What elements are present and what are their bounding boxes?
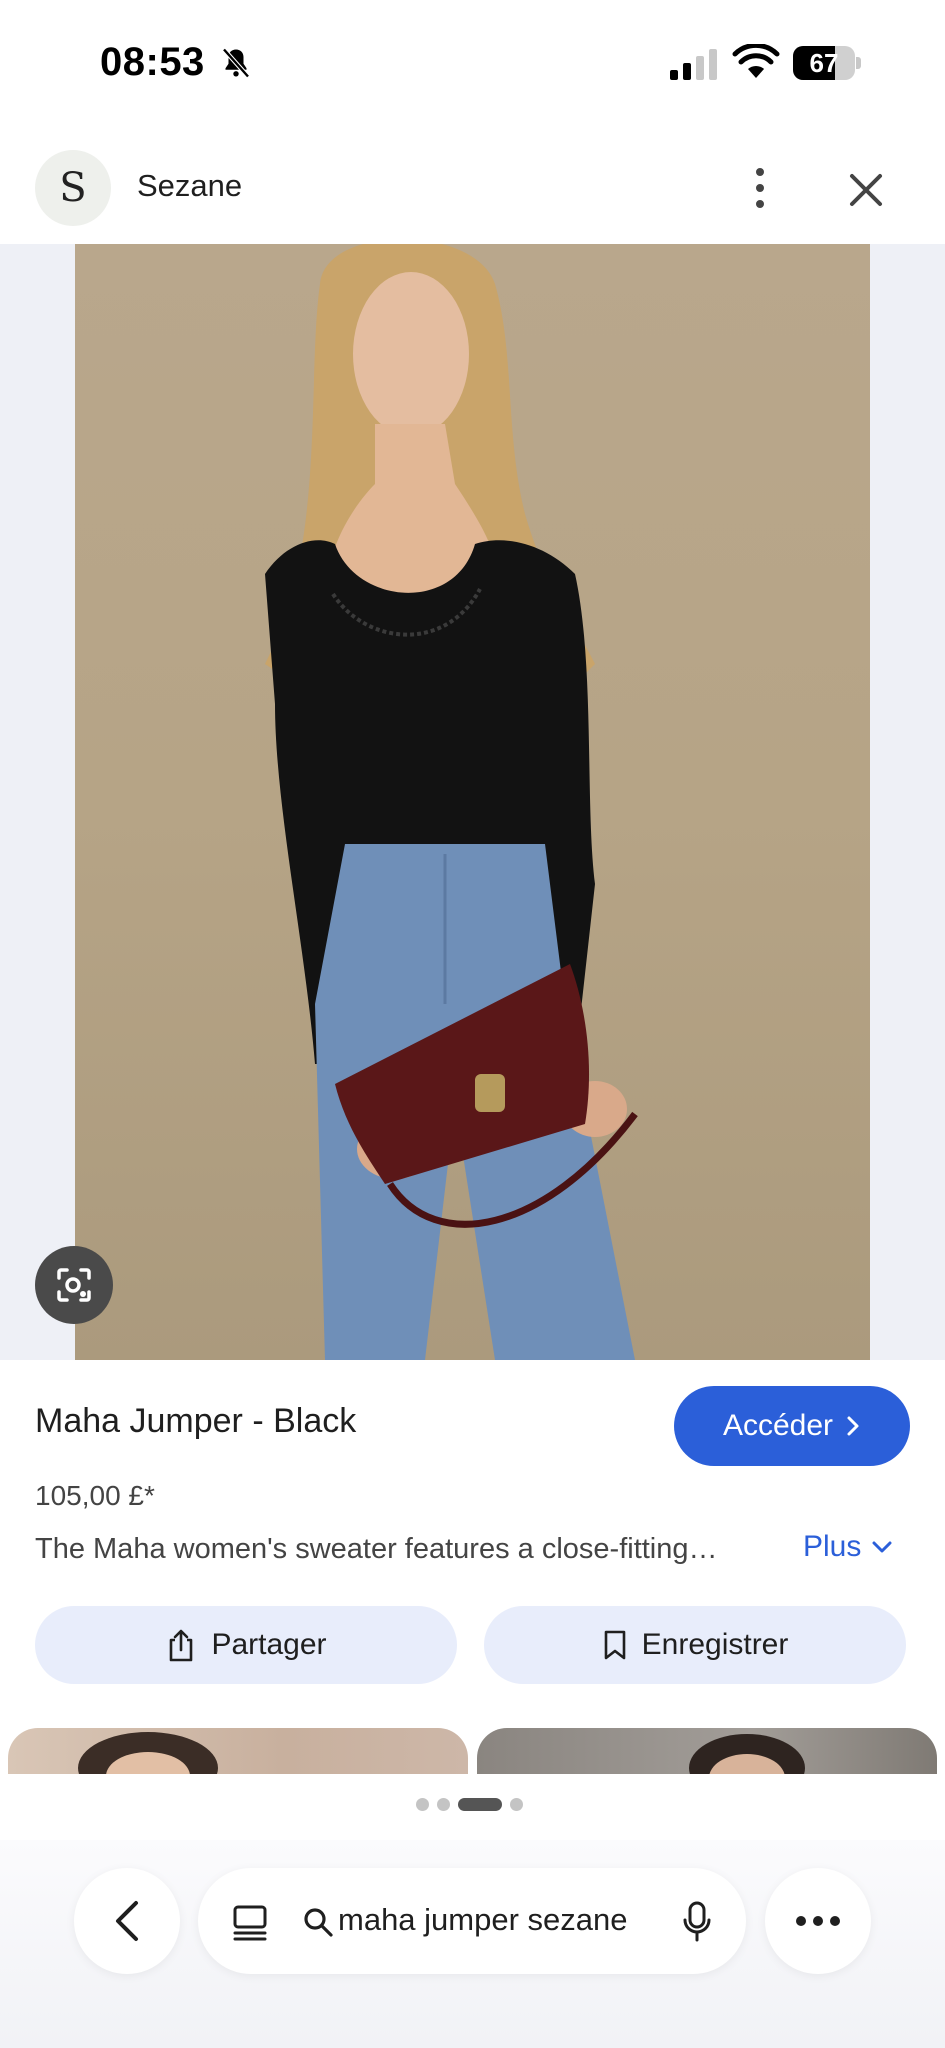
more-horiz-icon[interactable] — [765, 1868, 871, 1974]
share-label: Partager — [211, 1628, 327, 1661]
site-name[interactable]: Sezane — [137, 168, 242, 204]
more-vert-icon[interactable] — [740, 164, 780, 212]
battery-level: 67 — [809, 48, 839, 78]
save-button[interactable]: Enregistrer — [484, 1606, 906, 1684]
product-photo — [265, 244, 638, 1360]
bookmark-icon — [604, 1630, 625, 1660]
save-label: Enregistrer — [641, 1628, 789, 1661]
back-button[interactable] — [74, 1868, 180, 1974]
carousel-dot — [416, 1797, 429, 1811]
share-button[interactable]: Partager — [35, 1606, 457, 1684]
viewer-header: S Sezane — [0, 140, 945, 244]
lens-icon[interactable] — [35, 1246, 113, 1324]
mic-icon[interactable] — [682, 1900, 712, 1944]
bell-slash-icon — [222, 48, 250, 78]
status-bar: 08:53 67 — [0, 0, 945, 130]
share-icon — [170, 1629, 193, 1662]
chevron-right-icon — [847, 1416, 859, 1436]
carousel-indicator — [416, 1797, 523, 1811]
related-image[interactable] — [477, 1728, 937, 1774]
search-query[interactable]: maha jumper sezane — [338, 1902, 628, 1938]
carousel-dot-active — [458, 1797, 502, 1811]
carousel-dot — [510, 1797, 523, 1811]
close-icon[interactable] — [842, 166, 890, 214]
carousel-dot — [437, 1797, 450, 1811]
tabs-icon[interactable] — [232, 1904, 268, 1942]
more-button[interactable]: Plus — [803, 1530, 893, 1564]
more-label: Plus — [803, 1530, 862, 1563]
wifi-icon — [732, 44, 780, 78]
visit-button-label: Accéder — [722, 1409, 834, 1442]
status-time: 08:53 — [100, 40, 205, 84]
battery-icon: 67 — [793, 46, 861, 80]
product-title: Maha Jumper - Black — [35, 1402, 357, 1440]
product-image[interactable] — [75, 244, 870, 1360]
chevron-left-icon — [116, 1901, 138, 1941]
related-image[interactable] — [8, 1728, 468, 1774]
search-icon — [304, 1908, 333, 1937]
product-description: The Maha women's sweater features a clos… — [35, 1533, 718, 1565]
signal-icon — [670, 49, 717, 80]
product-price: 105,00 £* — [35, 1480, 155, 1511]
site-logo[interactable]: S — [35, 150, 111, 226]
image-viewer — [0, 244, 945, 1360]
chevron-down-icon — [872, 1541, 892, 1553]
visit-button[interactable]: Accéder — [674, 1386, 910, 1466]
search-bar[interactable]: maha jumper sezane — [198, 1868, 746, 1974]
